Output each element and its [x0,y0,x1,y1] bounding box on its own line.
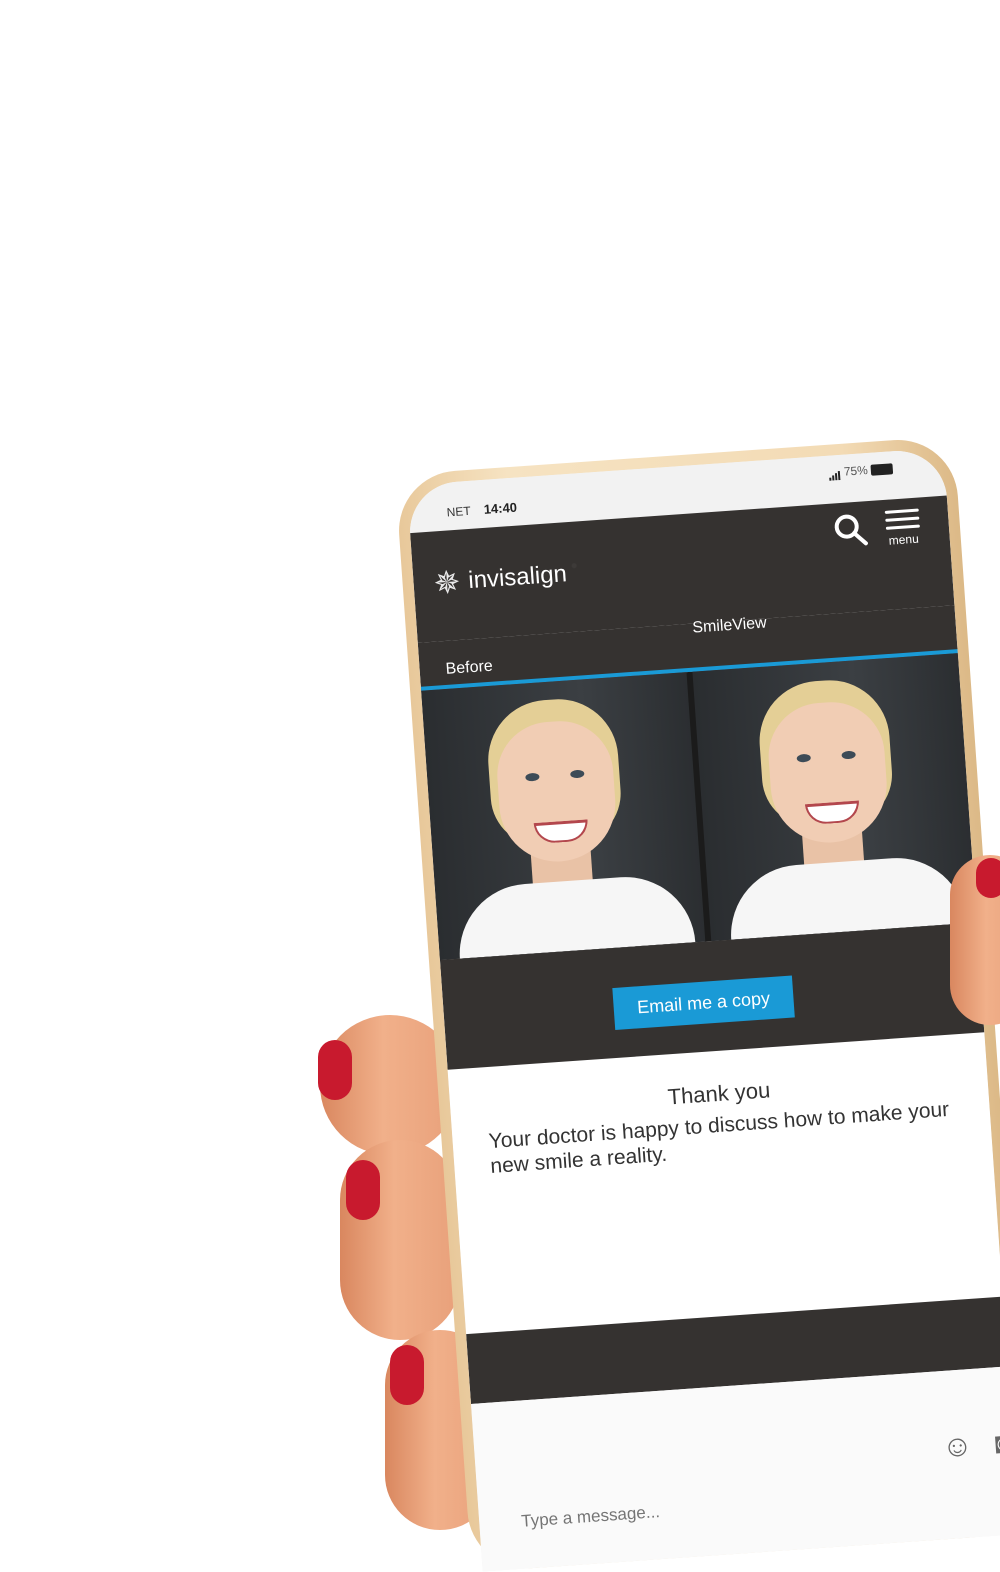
camera-icon[interactable]: ◙ [994,1426,1000,1460]
brand-name: invisalign [467,560,568,595]
email-copy-button[interactable]: Email me a copy [612,975,795,1030]
menu-label: menu [888,531,920,548]
hamburger-icon-bar [885,524,920,530]
tab-before[interactable]: Before [445,658,493,679]
fingernail [976,858,1000,898]
clock: 14:40 [483,499,518,517]
photo-face [493,717,620,866]
battery-percent: 75% [843,463,869,479]
comparison-photos [421,653,977,961]
hamburger-icon-bar [885,516,920,522]
phone-frame: NET 14:40 75% ✵ invisalign menu Before S… [395,435,1000,1572]
brand-logo[interactable]: ✵ invisalign [432,558,568,602]
emoji-icon[interactable]: ☺ [941,1429,974,1464]
tab-smileview[interactable]: SmileView [692,614,767,637]
phone: NET 14:40 75% ✵ invisalign menu Before S… [395,435,1000,1572]
status-right: 75% [828,461,894,481]
menu-button[interactable]: menu [881,503,924,554]
battery-icon [870,463,894,477]
signal-icon [828,466,841,481]
fingernail [346,1160,380,1220]
status-left: NET 14:40 [446,500,517,520]
starburst-icon: ✵ [432,563,462,602]
hamburger-icon [884,508,919,514]
fingernail [318,1040,352,1100]
fingernail [390,1345,424,1405]
photo-face [765,698,891,847]
composer-icons: ☺ ◙ [927,1426,1000,1466]
before-photo [421,672,706,961]
smileview-photo [692,653,977,942]
search-icon [834,514,868,546]
search-button[interactable] [830,509,873,552]
message-input[interactable] [518,1489,824,1533]
carrier-label: NET [446,503,471,520]
phone-screen: NET 14:40 75% ✵ invisalign menu Before S… [406,447,1000,1572]
thank-you-panel: Thank you Your doctor is happy to discus… [447,1032,1000,1335]
